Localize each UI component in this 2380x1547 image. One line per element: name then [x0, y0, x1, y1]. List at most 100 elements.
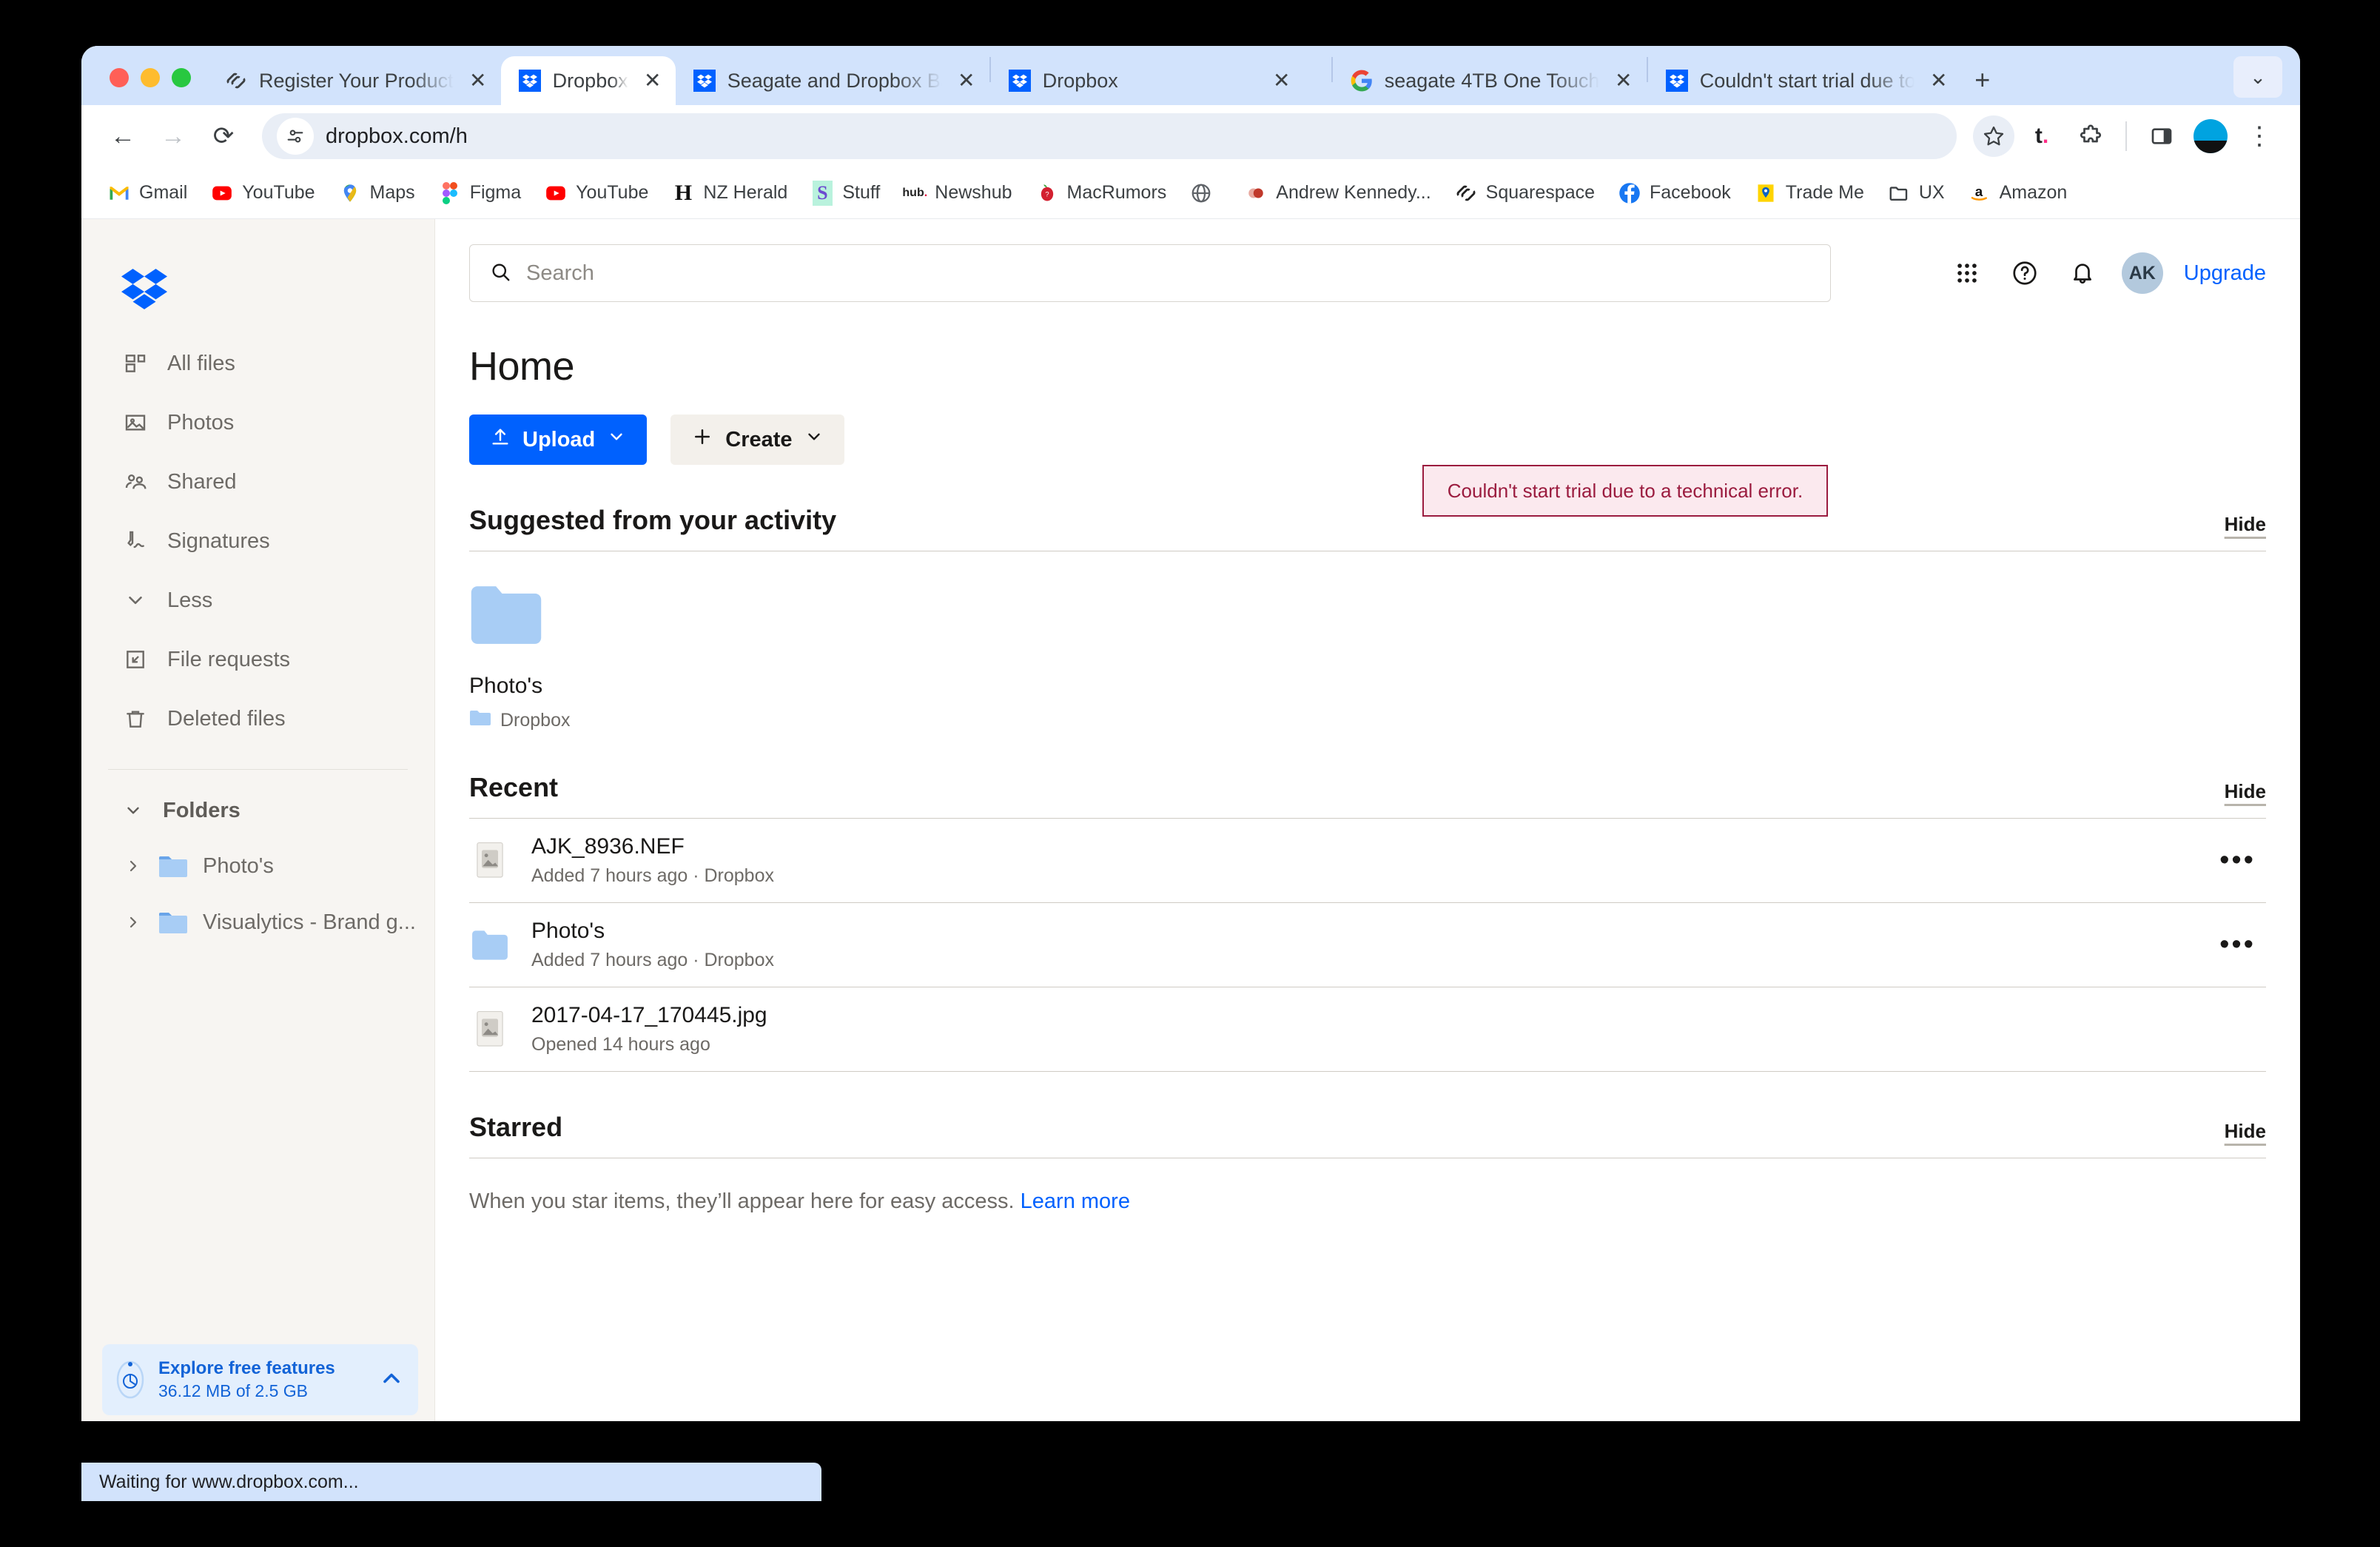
search-input[interactable]: Search	[469, 244, 1831, 302]
browser-tab-0[interactable]: Register Your Product ✕	[207, 56, 501, 105]
tune-icon[interactable]	[277, 118, 314, 155]
upload-button[interactable]: Upload	[469, 415, 648, 465]
help-circle-icon[interactable]	[2006, 255, 2043, 292]
bookmark-trade-me[interactable]: Trade Me	[1744, 176, 1875, 210]
section-title: Suggested from your activity	[469, 505, 837, 535]
chevron-right-icon[interactable]	[123, 857, 144, 875]
browser-tab-3[interactable]: Dropbox ✕	[991, 56, 1331, 105]
bookmark-youtube-2[interactable]: YouTube	[534, 176, 659, 210]
row-overflow-menu-button[interactable]: •••	[2219, 846, 2266, 874]
browser-tab-5[interactable]: Couldn't start trial due to ✕	[1648, 56, 1962, 105]
explore-banner-texts: Explore free features 36.12 MB of 2.5 GB	[158, 1357, 365, 1402]
bookmark-newshub[interactable]: hub. Newshub	[893, 176, 1022, 210]
table-row[interactable]: AJK_8936.NEF Added 7 hours ago · Dropbox…	[469, 819, 2266, 903]
todoist-extension-icon[interactable]: t.	[2020, 115, 2063, 158]
sidebar-item-file-requests[interactable]: File requests	[81, 630, 434, 689]
sidebar-item-photos[interactable]: Photos	[81, 393, 434, 452]
bookmark-ux-folder[interactable]: UX	[1878, 176, 1955, 210]
bookmark-figma[interactable]: Figma	[428, 176, 531, 210]
section-recent: Recent Hide AJK_8936.NEF Added 7 hours a…	[435, 772, 2300, 1072]
sidebar: All files Photos Shared Signatures Less …	[81, 219, 435, 1421]
close-window-button[interactable]	[110, 68, 129, 87]
bookmark-stuff[interactable]: S Stuff	[801, 176, 890, 210]
address-bar[interactable]: dropbox.com/h	[262, 113, 1957, 159]
close-tab-button[interactable]: ✕	[640, 70, 665, 91]
bookmark-nz-herald[interactable]: H NZ Herald	[662, 176, 798, 210]
chevron-down-icon	[607, 427, 626, 452]
section-title: Starred	[469, 1112, 563, 1142]
page-title: Home	[469, 344, 575, 389]
hide-starred-link[interactable]: Hide	[2225, 1120, 2266, 1143]
youtube-icon	[545, 182, 567, 204]
new-tab-button[interactable]: +	[1962, 59, 2003, 101]
bookmark-facebook[interactable]: Facebook	[1608, 176, 1741, 210]
sidebar-divider	[108, 769, 408, 770]
sidebar-folder-photos[interactable]: Photo's	[81, 838, 434, 894]
table-row[interactable]: 2017-04-17_170445.jpg Opened 14 hours ag…	[469, 987, 2266, 1072]
bookmark-gmail[interactable]: Gmail	[98, 176, 198, 210]
app-grid-icon[interactable]	[1949, 255, 1986, 292]
learn-more-link[interactable]: Learn more	[1021, 1189, 1130, 1213]
sidebar-folder-visualytics[interactable]: Visualytics - Brand g...	[81, 894, 434, 950]
close-tab-button[interactable]: ✕	[1611, 70, 1636, 91]
close-tab-button[interactable]: ✕	[1926, 70, 1952, 91]
create-button[interactable]: Create	[670, 415, 844, 465]
bookmark-youtube-1[interactable]: YouTube	[201, 176, 325, 210]
bookmark-label: Maps	[369, 182, 415, 203]
sidebar-folders-header[interactable]: Folders	[81, 783, 434, 838]
folder-icon	[469, 930, 511, 961]
bookmark-andrew-kennedy[interactable]: Andrew Kennedy...	[1234, 176, 1441, 210]
bookmark-maps[interactable]: Maps	[329, 176, 426, 210]
maximize-window-button[interactable]	[172, 68, 191, 87]
close-tab-button[interactable]: ✕	[1269, 70, 1294, 91]
side-panel-icon[interactable]	[2140, 115, 2183, 158]
chevron-right-icon[interactable]	[123, 913, 144, 931]
dropbox-logo[interactable]	[81, 249, 434, 334]
sidebar-item-all-files[interactable]: All files	[81, 334, 434, 393]
browser-tab-4[interactable]: seagate 4TB One Touch F ✕	[1333, 56, 1647, 105]
chevron-up-icon[interactable]	[378, 1365, 405, 1395]
bookmark-label: Newshub	[935, 182, 1012, 203]
sidebar-item-label: Signatures	[167, 528, 270, 553]
chrome-menu-icon[interactable]: ⋮	[2238, 115, 2281, 158]
sidebar-item-deleted-files[interactable]: Deleted files	[81, 689, 434, 748]
extensions-puzzle-icon[interactable]	[2069, 115, 2112, 158]
bookmark-macrumors[interactable]: ? MacRumors	[1026, 176, 1177, 210]
close-tab-button[interactable]: ✕	[465, 70, 491, 91]
row-overflow-menu-button[interactable]: •••	[2219, 930, 2266, 959]
browser-tab-1[interactable]: Dropbox ✕	[500, 56, 676, 105]
bookmark-amazon[interactable]: a Amazon	[1958, 176, 2078, 210]
squarespace-icon	[1455, 182, 1477, 204]
close-tab-button[interactable]: ✕	[954, 70, 979, 91]
upgrade-link[interactable]: Upgrade	[2184, 261, 2266, 286]
sidebar-item-less[interactable]: Less	[81, 571, 434, 630]
image-file-icon	[469, 1010, 511, 1050]
profile-avatar[interactable]	[2189, 115, 2232, 158]
browser-window: Register Your Product ✕ Dropbox ✕ Seagat…	[81, 46, 2300, 1421]
hide-recent-link[interactable]: Hide	[2225, 780, 2266, 803]
sidebar-item-shared[interactable]: Shared	[81, 452, 434, 511]
tab-title: Seagate and Dropbox Bac	[727, 69, 942, 92]
table-row-texts: 2017-04-17_170445.jpg Opened 14 hours ag…	[531, 1003, 2235, 1056]
bell-icon[interactable]	[2064, 255, 2101, 292]
section-title: Recent	[469, 772, 559, 802]
suggested-card[interactable]: Photo's Dropbox	[469, 584, 662, 732]
browser-tab-2[interactable]: Seagate and Dropbox Bac ✕	[676, 56, 989, 105]
bookmark-squarespace[interactable]: Squarespace	[1445, 176, 1605, 210]
browser-toolbar: ← → ⟳ dropbox.com/h t. ⋮	[81, 105, 2300, 167]
back-button[interactable]: ←	[101, 114, 145, 158]
bookmark-label: Andrew Kennedy...	[1276, 182, 1431, 203]
sidebar-item-signatures[interactable]: Signatures	[81, 511, 434, 571]
forward-button[interactable]: →	[151, 114, 195, 158]
avatar[interactable]: AK	[2121, 252, 2163, 294]
bookmark-star-icon[interactable]	[1973, 115, 2014, 157]
table-row[interactable]: Photo's Added 7 hours ago · Dropbox •••	[469, 903, 2266, 987]
hide-suggested-link[interactable]: Hide	[2225, 513, 2266, 536]
minimize-window-button[interactable]	[141, 68, 160, 87]
explore-free-features-banner[interactable]: Explore free features 36.12 MB of 2.5 GB	[102, 1344, 418, 1415]
reload-button[interactable]: ⟳	[201, 114, 246, 158]
all-files-icon	[123, 351, 148, 376]
google-icon	[1351, 70, 1373, 92]
tab-search-button[interactable]: ⌄	[2233, 56, 2282, 98]
bookmark-globe[interactable]	[1180, 176, 1231, 210]
